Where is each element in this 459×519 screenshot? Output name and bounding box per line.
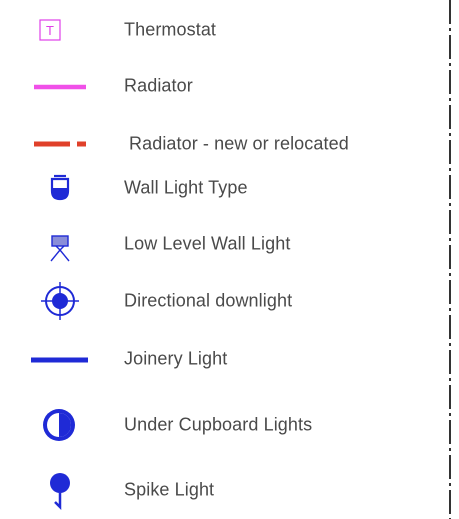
thermostat-symbol-letter: T <box>46 23 54 38</box>
under-cupboard-light-icon <box>43 409 75 441</box>
legend-row-low-level-wall-light: Low Level Wall Light <box>0 224 440 264</box>
spike-light-icon <box>50 473 70 510</box>
legend-label-directional-downlight: Directional downlight <box>124 290 293 311</box>
legend-row-radiator: Radiator <box>0 66 440 106</box>
radiator-dashed-line-icon <box>34 141 86 147</box>
radiator-line-icon <box>34 84 86 90</box>
legend-label-under-cupboard-lights: Under Cupboard Lights <box>124 414 313 435</box>
legend-row-wall-light-type: Wall Light Type <box>0 168 440 208</box>
low-level-wall-light-icon <box>50 235 70 262</box>
legend-label-low-level-wall-light: Low Level Wall Light <box>124 233 291 254</box>
legend-label-wall-light-type: Wall Light Type <box>124 177 248 198</box>
thermostat-icon: T <box>39 19 61 41</box>
legend-row-spike-light: Spike Light <box>0 470 440 510</box>
legend-row-radiator-new: Radiator - new or relocated <box>0 124 440 164</box>
wall-light-icon <box>50 174 70 201</box>
legend-row-thermostat: T Thermostat <box>0 10 440 50</box>
legend-label-radiator: Radiator <box>124 75 193 96</box>
legend-row-joinery-light: Joinery Light <box>0 339 440 379</box>
legend-border-line <box>449 0 451 519</box>
legend-label-joinery-light: Joinery Light <box>124 348 228 369</box>
legend-row-directional-downlight: Directional downlight <box>0 281 440 321</box>
legend-row-under-cupboard-lights: Under Cupboard Lights <box>0 405 440 445</box>
legend-label-thermostat: Thermostat <box>124 19 217 40</box>
directional-downlight-icon <box>41 282 79 320</box>
legend-label-spike-light: Spike Light <box>124 479 215 500</box>
joinery-light-line-icon <box>31 357 88 363</box>
legend-label-radiator-new: Radiator - new or relocated <box>129 133 349 154</box>
